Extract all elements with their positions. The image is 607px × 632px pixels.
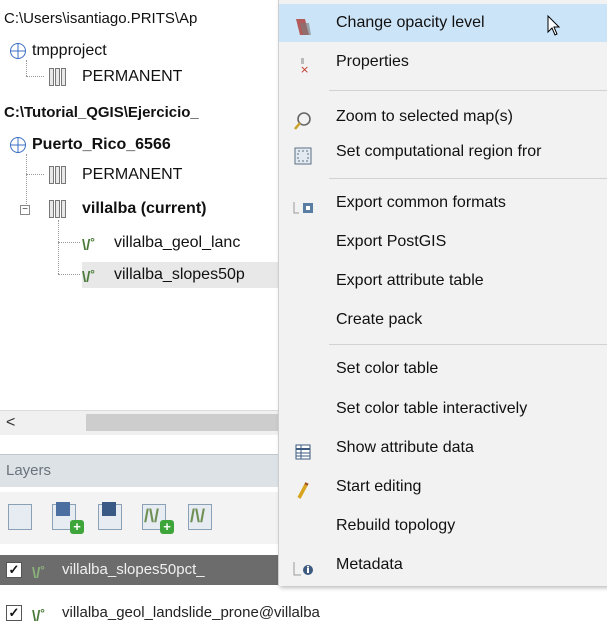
layer-row[interactable]: ✓ \/˚ villalba_geol_landslide_prone@vill… — [0, 598, 320, 628]
menu-separator — [329, 178, 607, 179]
menu-item-start-editing[interactable]: Start editing — [279, 468, 607, 506]
scrollbar-thumb[interactable] — [86, 414, 286, 431]
mapset-icon — [46, 166, 68, 184]
plus-icon: + — [160, 520, 174, 534]
vector-icon: \/˚ — [82, 269, 96, 286]
opacity-icon — [293, 14, 313, 35]
vector-icon: \/˚ — [32, 608, 46, 625]
menu-item-metadata[interactable]: Metadata — [279, 546, 607, 584]
tree-connector — [26, 154, 27, 210]
menu-item-create-pack[interactable]: Create pack — [279, 301, 607, 339]
metadata-icon — [293, 556, 313, 576]
tree-item-vector-slopes[interactable]: \/˚ villalba_slopes50p — [82, 262, 300, 288]
globe-icon — [10, 43, 26, 59]
add-vector-overlay-button[interactable]: /\/ — [186, 500, 220, 534]
menu-item-set-color-table[interactable]: Set color table — [279, 350, 607, 388]
export-icon — [293, 194, 313, 214]
horizontal-scrollbar[interactable]: < — [0, 410, 300, 435]
add-raster-button[interactable]: + — [50, 500, 84, 534]
mapset-icon — [46, 200, 68, 218]
collapse-toggle[interactable]: − — [20, 205, 30, 215]
vector-icon: \/˚ — [32, 565, 46, 582]
add-vector-button[interactable]: /\/ + — [140, 500, 174, 534]
mapset-icon — [46, 68, 68, 86]
menu-item-zoom-to-selected[interactable]: Zoom to selected map(s) — [279, 98, 607, 136]
properties-icon: × — [293, 53, 313, 76]
layers-panel-title: Layers — [6, 462, 52, 479]
tree-connector — [26, 76, 44, 77]
layer-row[interactable]: ✓ \/˚ villalba_slopes50pct_ — [0, 555, 300, 585]
menu-item-export-attribute-table[interactable]: Export attribute table — [279, 262, 607, 300]
scroll-left-arrow[interactable]: < — [6, 411, 15, 435]
add-raster-overlay-button[interactable] — [96, 500, 130, 534]
table-icon — [293, 439, 313, 460]
context-menu: Change opacity level × Properties Zoom t… — [278, 0, 607, 586]
region-icon — [293, 143, 313, 165]
menu-item-show-attribute-data[interactable]: Show attribute data — [279, 429, 607, 467]
svg-text:×: × — [300, 63, 309, 76]
add-map-display-button[interactable] — [6, 500, 40, 534]
menu-separator — [329, 344, 607, 345]
layers-panel-header: Layers — [0, 454, 300, 487]
layer-visibility-checkbox[interactable]: ✓ — [6, 562, 22, 578]
zoom-icon — [293, 108, 313, 130]
layers-toolbar: + /\/ + /\/ — [0, 492, 300, 544]
layer-visibility-checkbox[interactable]: ✓ — [6, 605, 22, 621]
pencil-icon — [293, 478, 313, 499]
map-display-icon — [8, 504, 32, 530]
tree-connector — [26, 60, 27, 76]
globe-icon — [10, 137, 26, 153]
menu-item-set-computational-region[interactable]: Set computational region fror — [279, 133, 607, 171]
tree-connector — [26, 174, 44, 175]
plus-icon: + — [70, 520, 84, 534]
menu-item-change-opacity[interactable]: Change opacity level — [279, 4, 607, 42]
menu-item-export-postgis[interactable]: Export PostGIS — [279, 223, 607, 261]
menu-separator — [329, 90, 607, 91]
tree-connector — [58, 220, 59, 274]
tree-connector — [58, 242, 80, 243]
menu-item-rebuild-topology[interactable]: Rebuild topology — [279, 507, 607, 545]
menu-item-properties[interactable]: × Properties — [279, 43, 607, 81]
vector-icon: \/˚ — [82, 237, 96, 254]
menu-item-set-color-table-interactively[interactable]: Set color table interactively — [279, 390, 607, 428]
menu-item-export-common-formats[interactable]: Export common formats — [279, 184, 607, 222]
data-catalog-tree: C:\Users\isantiago.PRITS\Ap tmpproject P… — [0, 0, 300, 445]
tree-connector — [58, 274, 80, 275]
